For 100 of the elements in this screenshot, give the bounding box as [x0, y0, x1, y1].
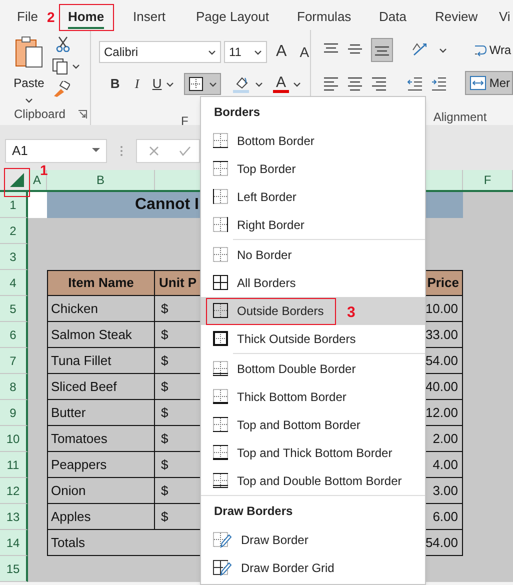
row-header[interactable]: 11 — [0, 452, 28, 478]
menu-section-title: Borders — [213, 104, 262, 121]
table-cell: Salmon Steak — [47, 322, 155, 348]
caret-icon[interactable] — [293, 82, 302, 86]
menu-item[interactable]: Bottom Double Border — [201, 355, 425, 383]
copy-icon[interactable] — [52, 58, 68, 75]
menu-item[interactable]: Thick Outside Borders — [201, 325, 425, 353]
wrap-text-button[interactable]: Wra — [473, 41, 512, 59]
highlight-frame — [4, 168, 30, 197]
grow-font-button[interactable]: A — [276, 40, 287, 64]
align-center-icon[interactable] — [347, 75, 364, 91]
row-header[interactable]: 5 — [0, 296, 28, 322]
italic-button[interactable]: I — [126, 74, 148, 94]
menu-item[interactable]: Right Border — [201, 211, 425, 239]
border-style-icon — [213, 303, 228, 319]
align-bottom-button[interactable] — [371, 38, 394, 62]
menu-item[interactable]: Draw Border Grid — [201, 554, 425, 582]
menu-section-title: Draw Borders — [213, 503, 294, 520]
step-number: 3 — [347, 303, 356, 323]
pencil-grid-icon — [213, 532, 232, 548]
column-heading: Price — [426, 270, 463, 296]
caret-icon — [209, 82, 218, 86]
grip-icon — [120, 144, 123, 156]
font-color-button[interactable]: A — [273, 75, 290, 93]
underline-button[interactable]: U — [148, 74, 166, 94]
ribbon-tab[interactable]: Vi — [499, 5, 513, 30]
menu-item[interactable]: Bottom Border — [201, 127, 425, 155]
row-header[interactable]: 7 — [0, 348, 28, 374]
border-style-icon — [213, 217, 228, 233]
menu-item[interactable]: Top and Bottom Border — [201, 411, 425, 439]
highlight-frame — [59, 4, 114, 31]
caret-icon[interactable] — [255, 82, 264, 86]
menu-item[interactable]: Top Border — [201, 155, 425, 183]
table-cell: Sliced Beef — [47, 374, 155, 400]
font-name-field[interactable]: Calibri — [99, 41, 222, 63]
row-header[interactable]: 10 — [0, 426, 28, 452]
row-header[interactable]: 9 — [0, 400, 28, 426]
row-header[interactable]: 6 — [0, 322, 28, 348]
row-header[interactable]: 12 — [0, 478, 28, 504]
table-cell: Tuna Fillet — [47, 348, 155, 374]
border-style-icon — [213, 247, 228, 263]
menu-item[interactable]: Top and Double Bottom Border — [201, 467, 425, 495]
name-box[interactable]: A1 — [5, 138, 107, 162]
column-header[interactable]: B — [47, 170, 155, 190]
menu-item[interactable]: Top and Thick Bottom Border — [201, 439, 425, 467]
ribbon-tab[interactable]: Insert — [133, 5, 196, 30]
caret-icon[interactable] — [166, 82, 174, 86]
ribbon-tab[interactable]: Data — [379, 5, 435, 30]
menu-item[interactable]: No Border — [201, 241, 425, 269]
group-label: F — [181, 114, 188, 128]
border-style-icon — [213, 161, 228, 177]
menu-item[interactable]: All Borders — [201, 269, 425, 297]
shrink-font-button[interactable]: A — [300, 42, 310, 62]
dialog-launcher-icon[interactable] — [78, 110, 88, 118]
ribbon-tab[interactable]: File — [17, 5, 47, 30]
increase-indent-icon[interactable] — [431, 75, 448, 91]
border-style-icon — [213, 389, 228, 405]
ribbon-tab[interactable]: Page Layout — [196, 5, 297, 30]
active-cell[interactable] — [28, 192, 47, 218]
table-cell: Tomatoes — [47, 426, 155, 452]
column-header[interactable]: F — [463, 170, 513, 190]
group-label: Alignment — [433, 110, 487, 124]
align-right-icon[interactable] — [371, 75, 388, 91]
menu-item[interactable]: Left Border — [201, 183, 425, 211]
align-left-icon[interactable] — [323, 75, 340, 91]
row-header[interactable]: 14 — [0, 530, 28, 556]
border-style-icon — [213, 133, 228, 149]
caret-icon — [92, 148, 100, 153]
pencil-grid-icon — [213, 560, 232, 576]
row-header[interactable]: 2 — [0, 218, 28, 244]
font-size-field[interactable]: 11 — [224, 41, 268, 63]
table-cell: Peappers — [47, 452, 155, 478]
row-header[interactable]: 15 — [0, 556, 28, 582]
border-style-icon — [213, 445, 228, 461]
merge-button[interactable]: Mer — [465, 71, 513, 95]
menu-item[interactable]: Draw Border — [201, 526, 425, 554]
clipboard-icon — [14, 36, 44, 68]
row-header[interactable]: 8 — [0, 374, 28, 400]
ribbon-tab[interactable]: Formulas — [297, 5, 379, 30]
border-style-icon — [213, 331, 228, 347]
decrease-indent-icon[interactable] — [407, 75, 424, 91]
bold-button[interactable]: B — [104, 74, 126, 94]
borders-button[interactable] — [184, 73, 222, 95]
row-header[interactable]: 3 — [0, 244, 28, 270]
table-cell: Butter — [47, 400, 155, 426]
menu-item[interactable]: Thick Bottom Border — [201, 383, 425, 411]
fill-color-icon[interactable] — [233, 75, 252, 93]
row-header[interactable]: 1 — [0, 192, 28, 218]
ribbon-tab[interactable]: Review — [435, 5, 499, 30]
row-header[interactable]: 4 — [0, 270, 28, 296]
caret-icon[interactable] — [439, 48, 448, 52]
border-style-icon — [213, 361, 228, 377]
paste-button[interactable]: Paste — [0, 36, 52, 105]
column-heading: Unit P — [155, 270, 200, 296]
ribbon-tab[interactable]: Home — [59, 5, 113, 30]
border-style-icon — [189, 77, 204, 91]
row-header[interactable]: 13 — [0, 504, 28, 530]
select-all-triangle-icon[interactable] — [10, 173, 24, 187]
caret-icon[interactable] — [72, 64, 80, 69]
check-icon[interactable] — [179, 146, 191, 156]
